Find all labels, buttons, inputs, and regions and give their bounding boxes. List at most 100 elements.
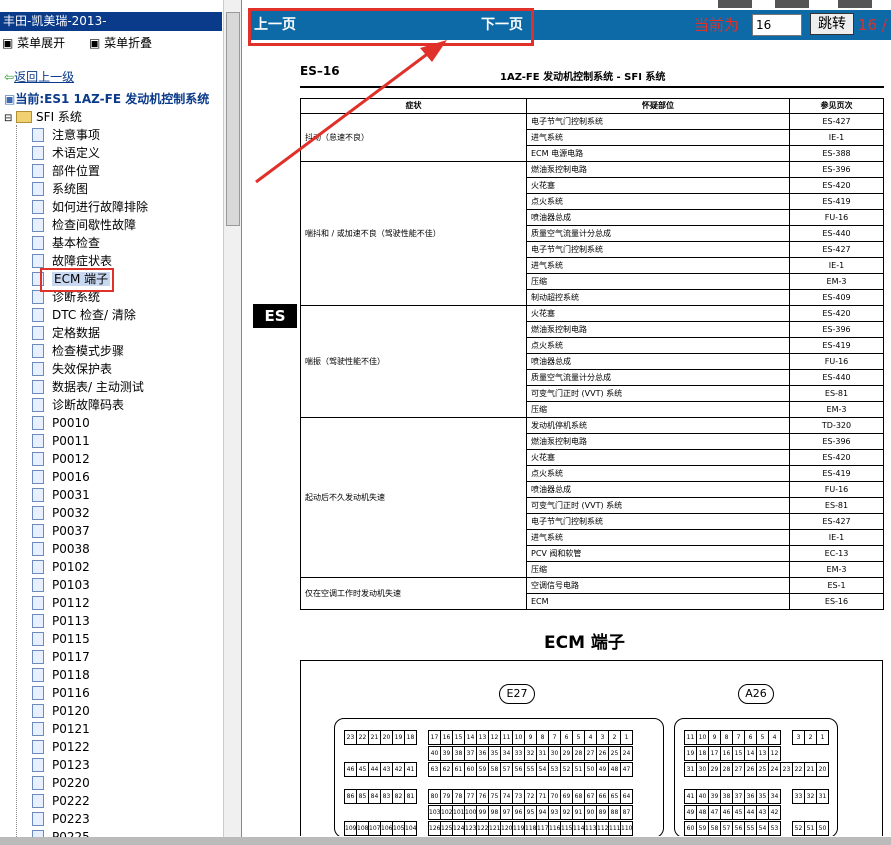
toolbar-icon[interactable] — [838, 0, 872, 8]
tree-item[interactable]: 如何进行故障排除 — [32, 198, 148, 216]
tree-item[interactable]: P0120 — [32, 702, 90, 720]
document-icon — [32, 128, 44, 142]
tree-item[interactable]: 系统图 — [32, 180, 88, 198]
document-icon — [32, 470, 44, 484]
menu-expand-button[interactable]: ▣ 菜单展开 — [2, 36, 75, 50]
tree-item-label: 数据表/ 主动测试 — [52, 380, 144, 394]
tree-item[interactable]: P0112 — [32, 594, 90, 612]
tree-item[interactable]: P0121 — [32, 720, 90, 738]
part-cell: ECM — [526, 593, 790, 610]
symptom-cell: 起动后不久发动机失速 — [300, 417, 527, 578]
part-cell: 质量空气流量计分总成 — [526, 369, 790, 386]
ref-cell: TD-320 — [789, 417, 884, 434]
document-icon — [32, 632, 44, 646]
ref-cell: EM-3 — [789, 561, 884, 578]
tree-item-label: P0115 — [52, 632, 90, 646]
ref-cell: ES-81 — [789, 497, 884, 514]
tree-item[interactable]: 诊断故障码表 — [32, 396, 124, 414]
tree-item[interactable]: 检查间歇性故障 — [32, 216, 136, 234]
tree-item[interactable]: P0115 — [32, 630, 90, 648]
pin — [816, 746, 829, 761]
pin: 1 — [620, 730, 633, 745]
ref-cell: FU-16 — [789, 209, 884, 226]
tree-item[interactable]: 定格数据 — [32, 324, 100, 342]
tree-item[interactable]: P0038 — [32, 540, 90, 558]
menu-collapse-label: 菜单折叠 — [104, 36, 153, 50]
ref-cell: ES-396 — [789, 433, 884, 450]
connector-label-a26: A26 — [738, 684, 774, 704]
tree-item[interactable]: P0122 — [32, 738, 90, 756]
current-node: ▣当前:ES1 1AZ-FE 发动机控制系统 — [4, 91, 209, 107]
tree-item[interactable]: 数据表/ 主动测试 — [32, 378, 144, 396]
pin: 64 — [620, 789, 633, 804]
menu-collapse-button[interactable]: ▣ 菜单折叠 — [89, 36, 162, 50]
document-icon — [32, 218, 44, 232]
collapse-icon[interactable]: ⊟ — [4, 113, 12, 124]
pin-row: 23 22 21 20 19 18 17 16 15 14 13 12 11 10 9 8 7 6 5 4 3 2 1 — [344, 730, 633, 745]
document-icon — [32, 812, 44, 826]
jump-button[interactable]: 跳转 — [810, 13, 854, 35]
toolbar-icon[interactable] — [718, 0, 752, 8]
tree-item[interactable]: P0118 — [32, 666, 90, 684]
tree-item[interactable]: 检查模式步骤 — [32, 342, 124, 360]
document-icon — [32, 614, 44, 628]
tree-item-label: P0223 — [52, 812, 90, 826]
page-number-input[interactable]: 16 — [752, 14, 802, 36]
page-code: ES–16 — [300, 64, 340, 78]
tree-item-label: 定格数据 — [52, 326, 101, 340]
tree-item[interactable]: P0123 — [32, 756, 90, 774]
tree-item[interactable]: 失效保护表 — [32, 360, 112, 378]
tree-item[interactable]: P0032 — [32, 504, 90, 522]
ref-cell: ES-396 — [789, 161, 884, 178]
current-page-label: 当前为 — [694, 16, 740, 34]
tree-item-label: P0011 — [52, 434, 90, 448]
tree-item[interactable]: P0117 — [32, 648, 90, 666]
tree-item-label: P0117 — [52, 650, 90, 664]
tree-item[interactable]: P0103 — [32, 576, 90, 594]
document-icon — [32, 560, 44, 574]
tree-item[interactable]: P0037 — [32, 522, 90, 540]
tree-item-label: P0113 — [52, 614, 90, 628]
tree-item-label: 如何进行故障排除 — [52, 200, 149, 214]
tree-guide — [16, 125, 17, 845]
tree-item-label: P0010 — [52, 416, 90, 430]
pin: 47 — [620, 762, 633, 777]
tree-item[interactable]: P0113 — [32, 612, 90, 630]
part-cell: 点火系统 — [526, 465, 790, 482]
pin-row: 60 59 58 57 56 55 54 53 52 51 50 — [684, 821, 829, 836]
scrollbar-thumb[interactable] — [226, 12, 240, 226]
part-cell: 可变气门正时 (VVT) 系统 — [526, 497, 790, 514]
tree-item[interactable]: P0220 — [32, 774, 90, 792]
sidebar-scrollbar[interactable] — [223, 0, 241, 845]
tree-item-label: P0016 — [52, 470, 90, 484]
tree-item[interactable]: P0223 — [32, 810, 90, 828]
tree-item[interactable]: P0016 — [32, 468, 90, 486]
tree-item[interactable]: 术语定义 — [32, 144, 100, 162]
tree-item-label: P0037 — [52, 524, 90, 538]
menu-expand-label: 菜单展开 — [17, 36, 66, 50]
tree-item[interactable]: P0102 — [32, 558, 90, 576]
sidebar: 丰田-凯美瑞-2013- ▣ 菜单展开 ▣ 菜单折叠 ⇦返回上一级 ▣当前:ES… — [0, 0, 242, 845]
ref-cell: ES-420 — [789, 449, 884, 466]
tree-item[interactable]: P0012 — [32, 450, 90, 468]
tree-item-label: P0116 — [52, 686, 90, 700]
tree-item[interactable]: P0011 — [32, 432, 90, 450]
back-link[interactable]: ⇦返回上一级 — [4, 69, 74, 85]
ref-cell: ES-427 — [789, 241, 884, 258]
document-icon — [32, 650, 44, 664]
tree-item[interactable]: 注意事项 — [32, 126, 100, 144]
part-cell: 点火系统 — [526, 337, 790, 354]
tree-item[interactable]: P0031 — [32, 486, 90, 504]
tree-item[interactable]: 部件位置 — [32, 162, 100, 180]
tree-item[interactable]: P0010 — [32, 414, 90, 432]
tree-item[interactable]: 基本检查 — [32, 234, 100, 252]
part-cell: 燃油泵控制电路 — [526, 321, 790, 338]
toolbar-icon[interactable] — [775, 0, 809, 8]
tree-item[interactable]: P0222 — [32, 792, 90, 810]
tree-item[interactable]: P0116 — [32, 684, 90, 702]
table-row: 抖动（怠速不良） 电子节气门控制系统 ES-427 — [300, 113, 884, 162]
symptom-cell: 喘振（驾驶性能不佳） — [300, 305, 527, 418]
total-pages: 16 / — [858, 16, 887, 34]
tree-item[interactable]: DTC 检查/ 清除 — [32, 306, 136, 324]
section-title: ECM 端子 — [544, 633, 625, 653]
